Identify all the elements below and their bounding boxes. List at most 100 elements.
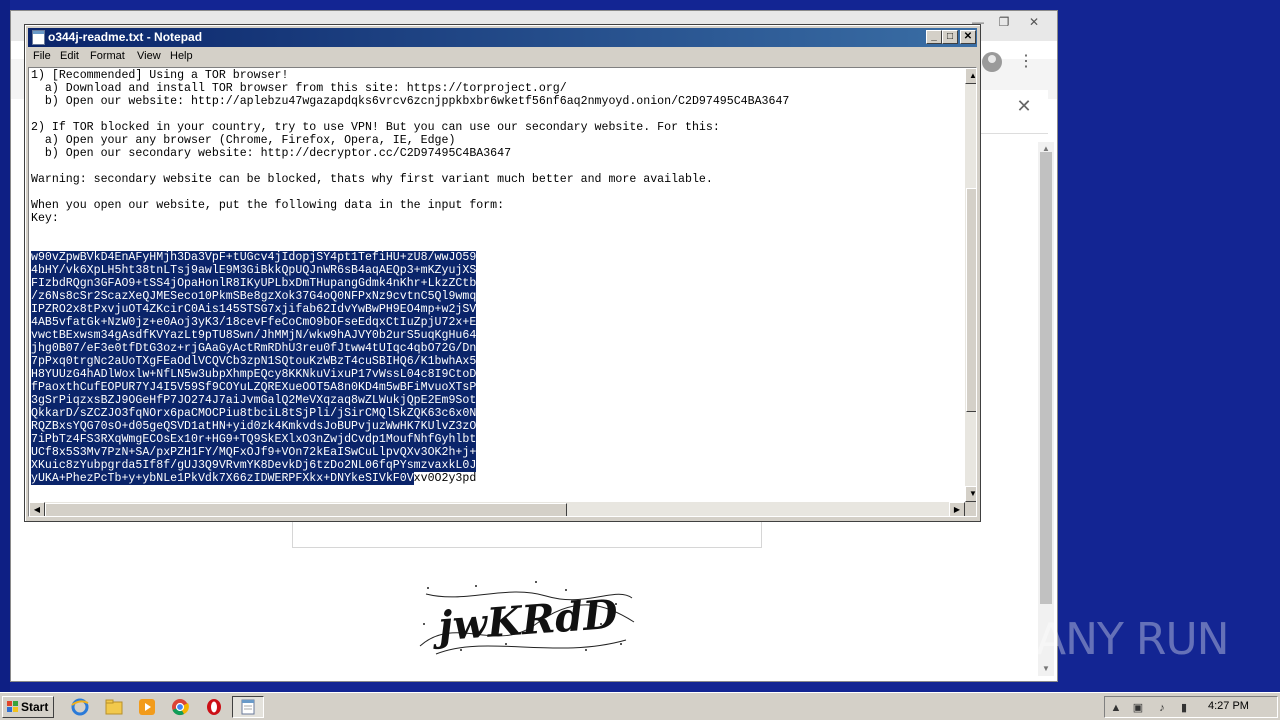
selected-text: /z6Ns8cSr2ScazXeQJMESeco10PkmSBe8gzXok37…: [31, 290, 477, 303]
key-line: UCf8x5S3Mv7PzN+SA/pxPZH1FY/MQFxOJf9+VOn7…: [31, 446, 961, 459]
selected-text: FIzbdRQgn3GFAO9+tSS4jOpaHonlR8IKyUPLbxDm…: [31, 277, 477, 290]
text-line: a) Open your any browser (Chrome, Firefo…: [31, 134, 456, 147]
scroll-down-button[interactable]: ▼: [965, 486, 976, 502]
close-button[interactable]: ✕: [960, 30, 976, 44]
key-line: /z6Ns8cSr2ScazXeQJMESeco10PkmSBe8gzXok37…: [31, 290, 961, 303]
selected-text: IPZRO2x8tPxvjuOT4ZKcirC0Ais145STSG7xjifa…: [31, 303, 477, 316]
key-line: FIzbdRQgn3GFAO9+tSS4jOpaHonlR8IKyUPLbxDm…: [31, 277, 961, 290]
profile-icon[interactable]: [982, 52, 1002, 72]
text-line: [31, 238, 961, 251]
selected-text: yUKA+PhezPcTb+y+ybNLe1PkVdk7X66zIDWERPFX…: [31, 472, 414, 485]
text-line: 2) If TOR blocked in your country, try t…: [31, 121, 720, 134]
scroll-left-button[interactable]: ◀: [29, 502, 45, 516]
taskbar: Start ▲ ▣ ♪ ▮ 4:27 PM: [0, 692, 1280, 720]
more-menu-icon[interactable]: ⋮: [1018, 52, 1034, 72]
opera-icon[interactable]: [204, 697, 224, 717]
start-button[interactable]: Start: [2, 696, 54, 718]
captcha-text: jwKRdD: [430, 591, 620, 651]
text-line: [31, 225, 961, 238]
selected-text: fPaoxthCufEOPUR7YJ4I5V59Sf9COYuLZQREXueO…: [31, 381, 477, 394]
network-icon[interactable]: ▣: [1131, 701, 1145, 715]
selected-text: vwctBExwsm34gAsdfKVYazLt9pTU8Swn/JhMMjN/…: [31, 329, 477, 342]
chrome-icon[interactable]: [170, 697, 190, 717]
selected-text: 4bHY/vk6XpLH5ht38tnLTsj9awlE9M3GiBkkQpUQ…: [31, 264, 477, 277]
system-tray: ▲ ▣ ♪ ▮: [1104, 696, 1278, 718]
key-line: XKuic8zYubpgrda5If8f/gUJ3Q9VRvmYK8DevkDj…: [31, 459, 961, 472]
maximize-button[interactable]: □: [942, 30, 958, 44]
key-line: QkkarD/sZCZJO3fqNOrx6paCMOCPiu8tbciL8tSj…: [31, 407, 961, 420]
text-line: Key:: [31, 212, 59, 225]
menu-help[interactable]: Help: [170, 50, 193, 62]
text-line: [31, 108, 961, 121]
text-line: a) Download and install TOR browser from…: [31, 82, 567, 95]
menu-edit[interactable]: Edit: [60, 50, 79, 62]
menu-view[interactable]: View: [137, 50, 161, 62]
scroll-right-button[interactable]: ▶: [949, 502, 965, 516]
file-explorer-icon[interactable]: [104, 697, 124, 717]
desktop-edge: [0, 0, 10, 692]
selected-text: jhg0B07/eF3e0tfDtG3oz+rjGAaGyActRmRDhU3r…: [31, 342, 477, 355]
text-line: [31, 160, 961, 173]
menu-file[interactable]: File: [33, 50, 51, 62]
notepad-task-icon: [241, 699, 255, 715]
text-line: 1) [Recommended] Using a TOR browser!: [31, 69, 289, 82]
notepad-window[interactable]: o344j-readme.txt - Notepad _ □ ✕ File Ed…: [24, 24, 981, 522]
text-line: When you open our website, put the follo…: [31, 199, 505, 212]
selected-text: H8YUUzG4hADlWoxlw+NfLN5w3ubpXhmpEQcy8KKN…: [31, 368, 477, 381]
menu-format[interactable]: Format: [90, 50, 125, 62]
key-line: 7iPbTz4FS3RXqWmgECOsEx10r+HG9+TQ9SkEXlxO…: [31, 433, 961, 446]
key-line: vwctBExwsm34gAsdfKVYazLt9pTU8Swn/JhMMjN/…: [31, 329, 961, 342]
text-line: b) Open our website: http://aplebzu47wga…: [31, 95, 790, 108]
key-line: w90vZpwBVkD4EnAFyHMjh3Da3VpF+tUGcv4jIdop…: [31, 251, 961, 264]
browser-scrollbar-thumb[interactable]: [1040, 152, 1052, 604]
scroll-up-icon[interactable]: ▲: [1041, 144, 1051, 154]
scroll-down-icon[interactable]: ▼: [1041, 664, 1051, 674]
start-label: Start: [21, 700, 49, 714]
key-line: 7pPxq0trgNc2aUoTXgFEaOdlVCQVCb3zpN1SQtou…: [31, 355, 961, 368]
unselected-text: xv0O2y3pd: [413, 472, 477, 485]
key-line: RQZBxsYQG70sO+d05geQSVD1atHN+yid0zk4Kmkv…: [31, 420, 961, 433]
key-line: yUKA+PhezPcTb+y+ybNLe1PkVdk7X66zIDWERPFX…: [31, 472, 961, 485]
infobar: [970, 90, 1048, 134]
infobar-close-icon[interactable]: ✕: [1014, 96, 1034, 116]
key-line: 4bHY/vk6XpLH5ht38tnLTsj9awlE9M3GiBkkQpUQ…: [31, 264, 961, 277]
selected-text: QkkarD/sZCZJO3fqNOrx6paCMOCPiu8tbciL8tSj…: [31, 407, 477, 420]
key-line: jhg0B07/eF3e0tfDtG3oz+rjGAaGyActRmRDhU3r…: [31, 342, 961, 355]
notepad-icon: [32, 30, 45, 45]
media-player-icon[interactable]: [137, 697, 157, 717]
browser-restore-button[interactable]: ❐: [991, 13, 1017, 31]
text-line: [31, 186, 961, 199]
menu-bar: File Edit Format View Help: [28, 47, 977, 67]
selected-text: 7pPxq0trgNc2aUoTXgFEaOdlVCQVCb3zpN1SQtou…: [31, 355, 477, 368]
text-editor[interactable]: 1) [Recommended] Using a TOR browser! a)…: [28, 67, 977, 517]
text-content[interactable]: 1) [Recommended] Using a TOR browser! a)…: [31, 69, 961, 505]
selected-text: 4AB5vfatGk+NzW0jz+e0Aoj3yK3/18cevFfeCoCm…: [31, 316, 477, 329]
selected-text: 7iPbTz4FS3RXqWmgECOsEx10r+HG9+TQ9SkEXlxO…: [31, 433, 477, 446]
volume-icon[interactable]: ♪: [1155, 701, 1169, 715]
window-title: o344j-readme.txt - Notepad: [48, 30, 203, 44]
selected-text: w90vZpwBVkD4EnAFyHMjh3Da3VpF+tUGcv4jIdop…: [31, 251, 477, 264]
power-icon[interactable]: ▮: [1177, 701, 1191, 715]
notepad-titlebar[interactable]: o344j-readme.txt - Notepad _ □ ✕: [28, 28, 977, 47]
key-line: IPZRO2x8tPxvjuOT4ZKcirC0Ais145STSG7xjifa…: [31, 303, 961, 316]
selected-text: UCf8x5S3Mv7PzN+SA/pxPZH1FY/MQFxOJf9+VOn7…: [31, 446, 477, 459]
key-line: 4AB5vfatGk+NzW0jz+e0Aoj3yK3/18cevFfeCoCm…: [31, 316, 961, 329]
taskbar-notepad-button[interactable]: [232, 696, 264, 718]
show-hidden-icons-icon[interactable]: ▲: [1109, 701, 1123, 715]
internet-explorer-icon[interactable]: [70, 697, 90, 717]
horizontal-scroll-thumb[interactable]: [45, 503, 567, 516]
key-line: H8YUUzG4hADlWoxlw+NfLN5w3ubpXhmpEQcy8KKN…: [31, 368, 961, 381]
text-line: b) Open our secondary website: http://de…: [31, 147, 512, 160]
minimize-button[interactable]: _: [926, 30, 942, 44]
vertical-scroll-thumb[interactable]: [966, 188, 976, 412]
resize-grip[interactable]: [965, 502, 976, 516]
selected-text: XKuic8zYubpgrda5If8f/gUJ3Q9VRvmYK8DevkDj…: [31, 459, 477, 472]
scroll-up-button[interactable]: ▲: [965, 68, 976, 84]
captcha-image: jwKRdD: [419, 581, 635, 655]
key-line: 3gSrPiqzxsBZJ9OGeHfP7JO274J7aiJvmGalQ2Me…: [31, 394, 961, 407]
selected-text: 3gSrPiqzxsBZJ9OGeHfP7JO274J7aiJvmGalQ2Me…: [31, 394, 477, 407]
watermark: ANY RUN: [1036, 614, 1230, 665]
windows-logo-icon: [7, 701, 19, 713]
browser-close-button[interactable]: ✕: [1021, 13, 1047, 31]
selected-text: RQZBxsYQG70sO+d05geQSVD1atHN+yid0zk4Kmkv…: [31, 420, 477, 433]
